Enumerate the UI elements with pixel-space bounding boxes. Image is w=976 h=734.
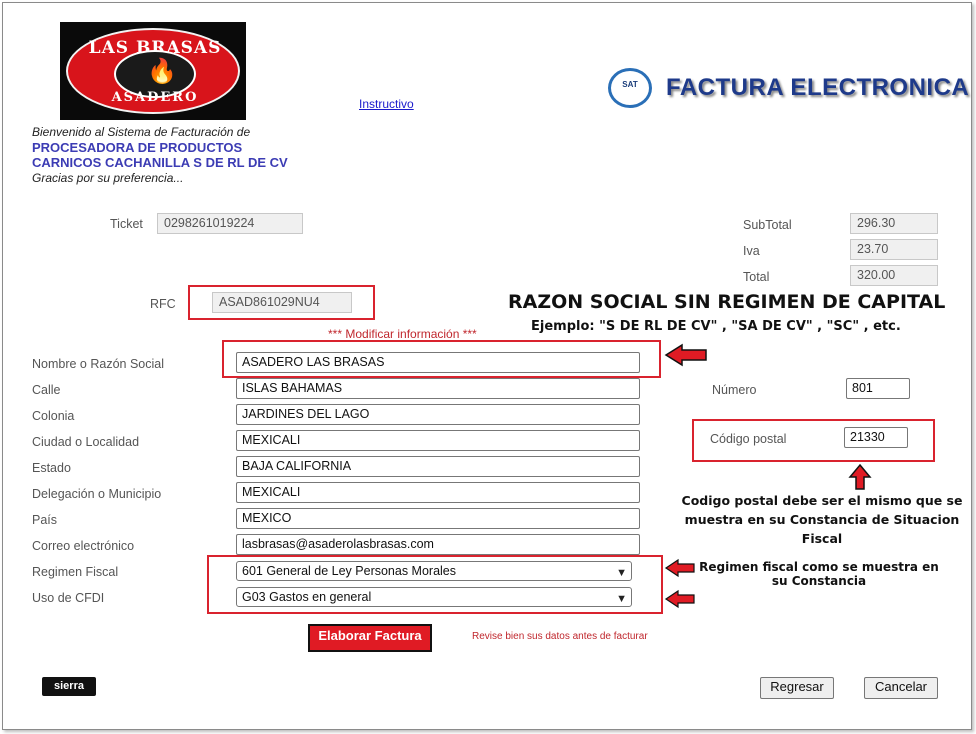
- estado-label: Estado: [32, 461, 71, 475]
- regimen-select[interactable]: 601 General de Ley Personas Morales ▼: [236, 561, 632, 581]
- delegacion-label: Delegación o Municipio: [32, 487, 162, 501]
- numero-label: Número: [712, 383, 757, 397]
- razon-social-note-title: RAZON SOCIAL SIN REGIMEN DE CAPITAL: [508, 291, 946, 313]
- correo-label: Correo electrónico: [32, 539, 135, 553]
- arrow-left-icon: [664, 343, 707, 367]
- arrow-left-icon: [664, 589, 695, 609]
- welcome-text: Bienvenido al Sistema de Facturación de: [32, 125, 251, 139]
- sierra-logo: sierra: [42, 677, 96, 696]
- numero-input[interactable]: 801: [846, 378, 910, 399]
- uso-cfdi-selected-value: G03 Gastos en general: [242, 590, 372, 604]
- company-name-line2: CARNICOS CACHANILLA S DE RL DE CV: [32, 155, 288, 170]
- codigo-postal-label: Código postal: [710, 432, 787, 446]
- company-name-line1: PROCESADORA DE PRODUCTOS: [32, 140, 243, 155]
- elaborar-factura-button[interactable]: Elaborar Factura: [308, 624, 432, 652]
- rfc-label: RFC: [150, 297, 176, 311]
- codigo-postal-input[interactable]: 21330: [844, 427, 908, 448]
- delegacion-input[interactable]: MEXICALI: [236, 482, 640, 503]
- calle-label: Calle: [32, 383, 61, 397]
- regimen-note: Regimen fiscal como se muestra en su Con…: [699, 560, 939, 588]
- logo-bottom-text: ASADERO: [111, 90, 199, 105]
- razon-social-note-example: Ejemplo: "S DE RL DE CV" , "SA DE CV" , …: [531, 319, 901, 334]
- regimen-label: Regimen Fiscal: [32, 565, 119, 579]
- chevron-down-icon: ▼: [616, 567, 627, 579]
- correo-input[interactable]: lasbrasas@asaderolasbrasas.com: [236, 534, 640, 555]
- las-brasas-logo: LAS BRASAS 🔥 ASADERO: [60, 22, 246, 120]
- ciudad-input[interactable]: MEXICALI: [236, 430, 640, 451]
- regimen-selected-value: 601 General de Ley Personas Morales: [242, 564, 457, 578]
- total-field: 320.00: [850, 265, 938, 286]
- regresar-button[interactable]: Regresar: [760, 677, 834, 699]
- uso-cfdi-select[interactable]: G03 Gastos en general ▼: [236, 587, 632, 607]
- thanks-text: Gracias por su preferencia...: [32, 171, 184, 185]
- pais-label: País: [32, 513, 58, 527]
- ticket-field: 0298261019224: [157, 213, 303, 234]
- ticket-label: Ticket: [110, 217, 143, 231]
- review-hint-text: Revise bien sus datos antes de facturar: [472, 631, 648, 642]
- iva-label: Iva: [743, 244, 760, 258]
- estado-input[interactable]: BAJA CALIFORNIA: [236, 456, 640, 477]
- calle-input[interactable]: ISLAS BAHAMAS: [236, 378, 640, 399]
- sat-badge-text: SAT: [622, 80, 638, 89]
- ciudad-label: Ciudad o Localidad: [32, 435, 140, 449]
- total-label: Total: [743, 270, 770, 284]
- arrow-up-icon: [848, 463, 872, 490]
- colonia-label: Colonia: [32, 409, 75, 423]
- codigo-postal-note: Codigo postal debe ser el mismo que se m…: [681, 493, 963, 546]
- uso-cfdi-label: Uso de CFDI: [32, 591, 105, 605]
- page-title: FACTURA ELECTRONICA: [666, 74, 970, 101]
- subtotal-label: SubTotal: [743, 218, 792, 232]
- chevron-down-icon: ▼: [616, 593, 627, 605]
- instructivo-link[interactable]: Instructivo: [359, 97, 414, 111]
- arrow-left-icon: [664, 558, 695, 578]
- razon-social-input[interactable]: ASADERO LAS BRASAS: [236, 352, 640, 373]
- flame-icon: 🔥: [147, 57, 177, 85]
- rfc-field: ASAD861029NU4: [212, 292, 352, 313]
- colonia-input[interactable]: JARDINES DEL LAGO: [236, 404, 640, 425]
- subtotal-field: 296.30: [850, 213, 938, 234]
- iva-field: 23.70: [850, 239, 938, 260]
- sat-logo: SAT: [608, 68, 652, 108]
- cancelar-button[interactable]: Cancelar: [864, 677, 938, 699]
- modify-info-text: *** Modificar información ***: [328, 327, 477, 341]
- pais-input[interactable]: MEXICO: [236, 508, 640, 529]
- razon-social-label: Nombre o Razón Social: [32, 357, 165, 371]
